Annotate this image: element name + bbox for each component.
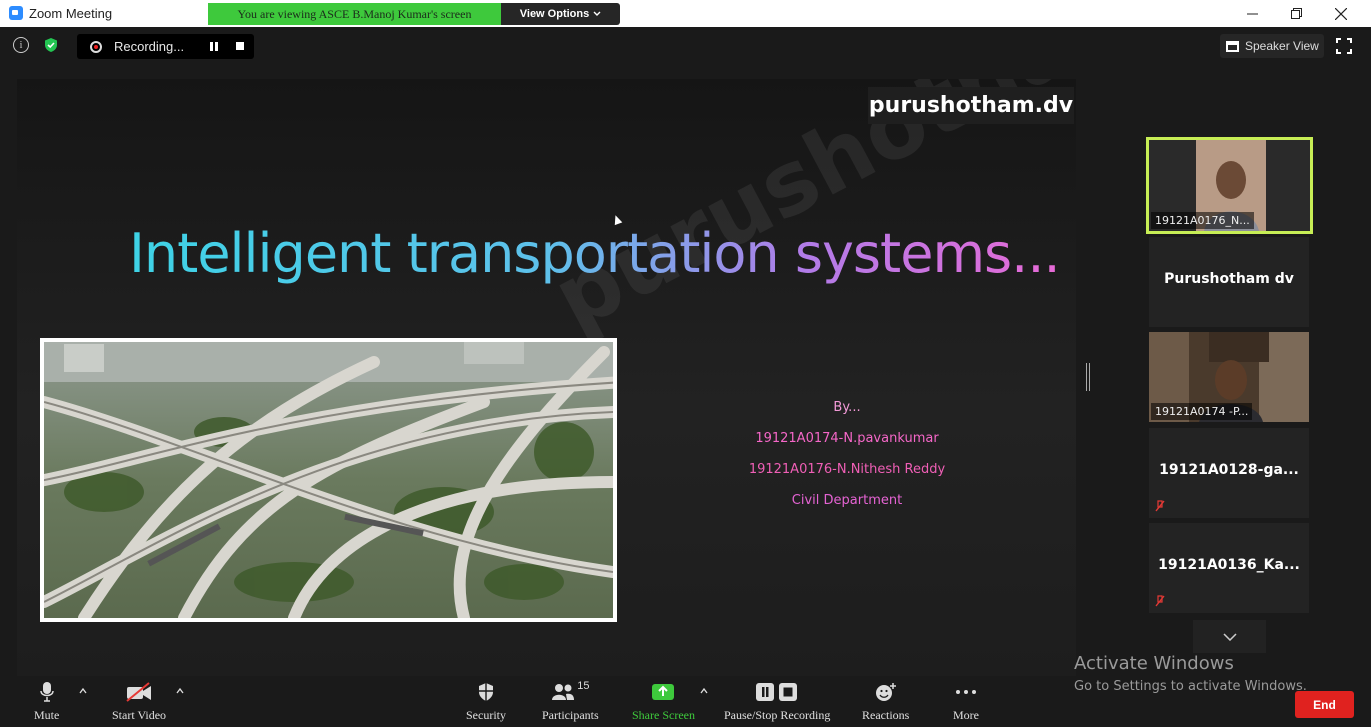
muted-mic-icon <box>1155 500 1165 512</box>
meeting-toolbar: Mute Start Video Security 15 Participant… <box>0 676 1371 727</box>
participant-tile[interactable]: Purushotham dv <box>1149 237 1309 327</box>
credits-author-2: 19121A0176-N.Nithesh Reddy <box>748 462 946 477</box>
speaker-view-button[interactable]: Speaker View <box>1220 34 1324 58</box>
muted-mic-icon <box>1155 595 1165 607</box>
audio-options-caret-icon[interactable] <box>79 687 87 695</box>
highway-illustration <box>28 342 630 624</box>
speaker-view-label: Speaker View <box>1245 39 1319 53</box>
recording-dot-icon <box>90 40 102 53</box>
panel-resize-handle[interactable] <box>1086 363 1090 391</box>
recording-label: Recording... <box>114 39 185 54</box>
share-options-caret-icon[interactable] <box>700 687 708 695</box>
pause-stop-recording-label: Pause/Stop Recording <box>724 708 831 722</box>
zoom-app-icon <box>9 6 23 20</box>
mute-button[interactable]: Mute <box>34 676 59 727</box>
participant-tile[interactable]: 19121A0128-ga... <box>1149 428 1309 518</box>
restore-icon <box>1290 8 1302 19</box>
mute-label: Mute <box>34 708 60 722</box>
participants-count: 15 <box>577 680 590 692</box>
participant-name: 19121A0136_Ka... <box>1158 557 1300 573</box>
zoom-meeting-window: Zoom Meeting You are viewing ASCE B.Mano… <box>0 0 1371 727</box>
share-screen-label: Share Screen <box>632 708 695 722</box>
meeting-info-button[interactable]: i <box>10 34 32 56</box>
participant-tile[interactable]: 19121A0174 -P... <box>1149 332 1309 422</box>
pause-recording-icon[interactable] <box>209 42 219 51</box>
watermark-badge: purushotham.dv <box>868 87 1074 124</box>
pause-stop-recording-button[interactable]: Pause/Stop Recording <box>724 676 830 727</box>
chevron-down-icon <box>1222 632 1237 641</box>
credits-by: By... <box>833 400 861 415</box>
more-dots-icon <box>955 676 977 708</box>
viewing-screen-banner: You are viewing ASCE B.Manoj Kumar's scr… <box>208 3 501 25</box>
reactions-button[interactable]: Reactions <box>862 676 909 727</box>
recording-indicator: Recording... <box>77 34 254 59</box>
end-meeting-button[interactable]: End <box>1295 691 1354 718</box>
minimize-icon <box>1246 13 1258 15</box>
participants-icon: 15 <box>551 676 589 708</box>
minimize-button[interactable] <box>1229 0 1275 27</box>
shield-icon <box>477 676 495 708</box>
chevron-down-icon <box>593 11 601 16</box>
close-icon <box>1335 7 1347 20</box>
title-bar: Zoom Meeting You are viewing ASCE B.Mano… <box>0 0 1371 27</box>
participant-name: 19121A0174 -P... <box>1151 403 1253 420</box>
participants-label: Participants <box>542 708 599 722</box>
participant-tile[interactable]: 19121A0136_Ka... <box>1149 523 1309 613</box>
more-label: More <box>953 708 979 722</box>
activate-windows-title: Activate Windows <box>1074 653 1234 674</box>
view-options-button[interactable]: View Options <box>501 3 620 25</box>
speaker-view-icon <box>1226 40 1239 52</box>
pause-stop-icon <box>754 676 800 708</box>
highway-interchange-image <box>28 338 630 624</box>
stop-recording-icon[interactable] <box>236 42 244 50</box>
share-screen-button[interactable]: Share Screen <box>632 676 695 727</box>
fullscreen-icon[interactable] <box>1336 38 1352 54</box>
participant-name: Purushotham dv <box>1164 271 1294 287</box>
participants-button[interactable]: 15 Participants <box>542 676 599 727</box>
microphone-icon <box>39 676 54 708</box>
scroll-participants-down-button[interactable] <box>1193 620 1266 653</box>
meeting-status: i <box>10 34 62 56</box>
participant-name: 19121A0128-ga... <box>1159 462 1299 478</box>
video-off-icon <box>125 676 153 708</box>
slide-credits: By... 19121A0174-N.pavankumar 19121A0176… <box>717 392 977 516</box>
encryption-button[interactable] <box>40 34 62 56</box>
start-video-label: Start Video <box>112 708 167 722</box>
credits-department: Civil Department <box>791 493 903 508</box>
info-icon: i <box>13 37 29 53</box>
window-title: Zoom Meeting <box>29 6 113 21</box>
participant-tile-active[interactable]: 19121A0176_N... <box>1146 137 1313 234</box>
more-button[interactable]: More <box>953 676 979 727</box>
video-options-caret-icon[interactable] <box>176 687 184 695</box>
view-options-label: View Options <box>519 8 590 20</box>
close-button[interactable] <box>1318 0 1364 27</box>
smiley-plus-icon <box>875 676 897 708</box>
credits-author-1: 19121A0174-N.pavankumar <box>755 431 939 446</box>
security-label: Security <box>466 708 506 722</box>
participant-name: 19121A0176_N... <box>1151 212 1254 229</box>
slide-title: Intelligent transportation systems... <box>129 222 1061 285</box>
start-video-button[interactable]: Start Video <box>112 676 166 727</box>
share-screen-icon <box>651 676 675 708</box>
restore-button[interactable] <box>1273 0 1319 27</box>
shield-check-icon <box>45 38 57 52</box>
reactions-label: Reactions <box>862 708 910 722</box>
shared-screen: purushotham.dv purushotham.dv Intelligen… <box>17 79 1076 676</box>
security-button[interactable]: Security <box>466 676 506 727</box>
